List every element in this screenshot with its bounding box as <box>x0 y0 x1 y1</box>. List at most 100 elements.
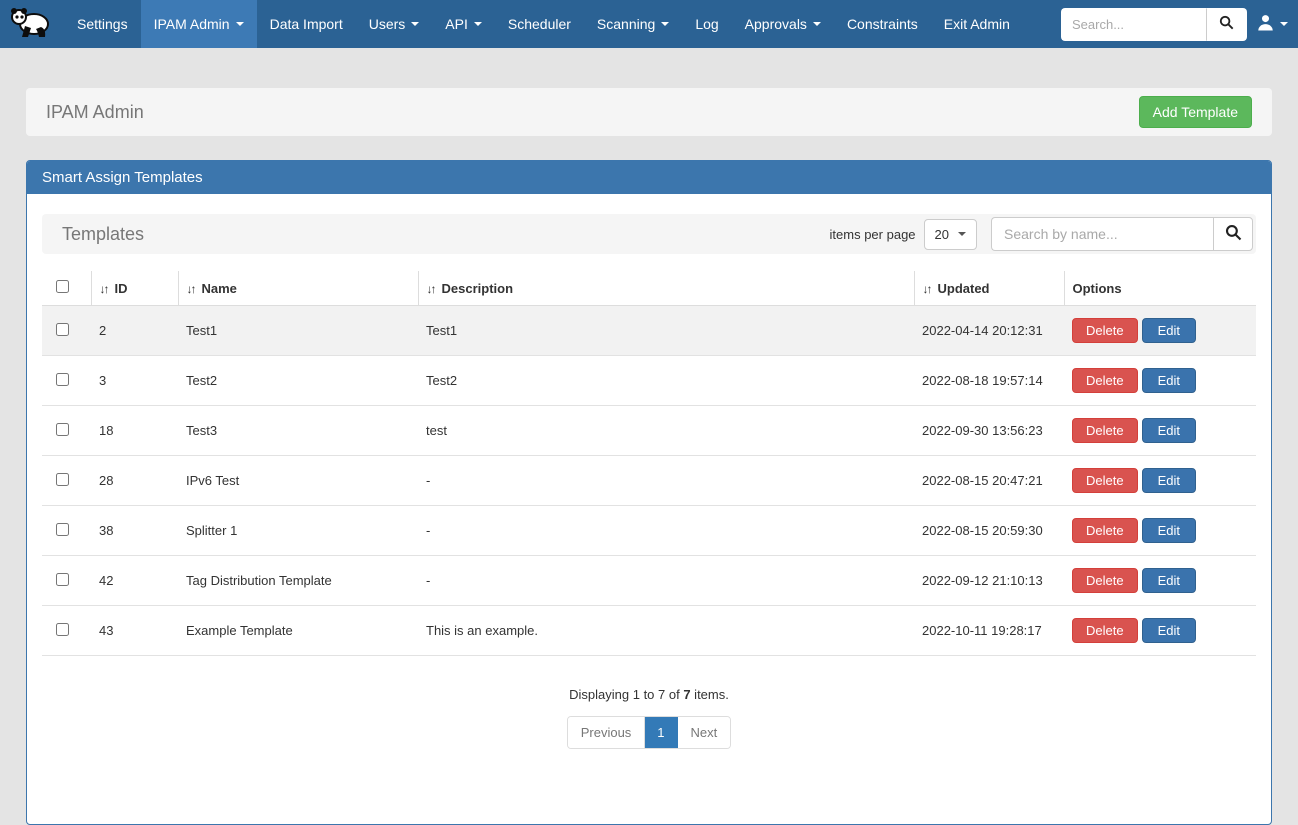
navbar-search-group <box>1061 8 1247 41</box>
nav-item-label: Users <box>369 16 406 32</box>
delete-button[interactable]: Delete <box>1072 518 1138 543</box>
table-row: 28IPv6 Test-2022-08-15 20:47:21DeleteEdi… <box>42 456 1256 506</box>
row-checkbox[interactable] <box>56 473 69 486</box>
nav-item-scheduler[interactable]: Scheduler <box>495 0 584 48</box>
nav-item-ipam-admin[interactable]: IPAM Admin <box>141 0 257 48</box>
cell-options: DeleteEdit <box>1064 556 1256 606</box>
row-select-cell <box>42 556 91 606</box>
search-icon <box>1225 224 1242 244</box>
navbar-search-input[interactable] <box>1061 8 1207 41</box>
table-row: 2Test1Test12022-04-14 20:12:31DeleteEdit <box>42 306 1256 356</box>
row-checkbox[interactable] <box>56 423 69 436</box>
table-summary: Displaying 1 to 7 of 7 items. <box>42 687 1256 702</box>
panel-body: Templates items per page 20 <box>27 194 1271 824</box>
next-page-button[interactable]: Next <box>678 717 731 748</box>
row-select-cell <box>42 506 91 556</box>
summary-total: 7 <box>683 687 690 702</box>
cell-name: Test1 <box>178 306 418 356</box>
row-checkbox[interactable] <box>56 523 69 536</box>
cell-updated: 2022-09-12 21:10:13 <box>914 556 1064 606</box>
page-header: IPAM Admin Add Template <box>26 88 1272 136</box>
row-checkbox[interactable] <box>56 573 69 586</box>
brand-logo[interactable] <box>0 0 64 48</box>
cell-updated: 2022-08-15 20:59:30 <box>914 506 1064 556</box>
sort-icon: ↓↑ <box>427 282 435 296</box>
delete-button[interactable]: Delete <box>1072 468 1138 493</box>
nav-item-constraints[interactable]: Constraints <box>834 0 931 48</box>
cell-updated: 2022-08-15 20:47:21 <box>914 456 1064 506</box>
table-row: 42Tag Distribution Template-2022-09-12 2… <box>42 556 1256 606</box>
delete-button[interactable]: Delete <box>1072 568 1138 593</box>
edit-button[interactable]: Edit <box>1142 568 1196 593</box>
cell-description: This is an example. <box>418 606 914 656</box>
nav-item-log[interactable]: Log <box>682 0 731 48</box>
column-header-name[interactable]: ↓↑Name <box>178 271 418 306</box>
cell-updated: 2022-08-18 19:57:14 <box>914 356 1064 406</box>
column-header-updated[interactable]: ↓↑Updated <box>914 271 1064 306</box>
navbar-search-button[interactable] <box>1207 8 1247 41</box>
nav-item-label: Constraints <box>847 16 918 32</box>
templates-table: ↓↑ID ↓↑Name ↓↑Description ↓↑Updated Opti <box>42 271 1256 656</box>
nav-item-exit-admin[interactable]: Exit Admin <box>931 0 1023 48</box>
row-checkbox[interactable] <box>56 373 69 386</box>
cell-description: Test2 <box>418 356 914 406</box>
cell-description: - <box>418 556 914 606</box>
nav-item-data-import[interactable]: Data Import <box>257 0 356 48</box>
select-all-checkbox[interactable] <box>56 280 69 293</box>
table-toolbar: Templates items per page 20 <box>42 214 1256 254</box>
delete-button[interactable]: Delete <box>1072 318 1138 343</box>
cell-options: DeleteEdit <box>1064 506 1256 556</box>
pagination-wrap: Previous 1 Next <box>42 716 1256 749</box>
main-nav: Settings IPAM AdminData Import Users API Sch… <box>64 0 1061 48</box>
pagination: Previous 1 Next <box>567 716 732 749</box>
smart-assign-panel: Smart Assign Templates Templates items p… <box>26 160 1272 825</box>
edit-button[interactable]: Edit <box>1142 468 1196 493</box>
nav-item-scanning[interactable]: Scanning <box>584 0 682 48</box>
table-search-button[interactable] <box>1213 217 1253 251</box>
nav-item-api[interactable]: API <box>432 0 495 48</box>
row-select-cell <box>42 456 91 506</box>
toolbar-controls: items per page 20 <box>830 217 1253 251</box>
nav-item-label: Log <box>695 16 718 32</box>
row-checkbox[interactable] <box>56 323 69 336</box>
cell-description: - <box>418 506 914 556</box>
nav-item-label: Settings <box>77 16 128 32</box>
table-row: 43Example TemplateThis is an example.202… <box>42 606 1256 656</box>
edit-button[interactable]: Edit <box>1142 418 1196 443</box>
user-menu[interactable] <box>1257 14 1288 34</box>
cell-id: 2 <box>91 306 178 356</box>
add-template-button[interactable]: Add Template <box>1139 96 1252 128</box>
edit-button[interactable]: Edit <box>1142 618 1196 643</box>
search-icon <box>1219 15 1234 33</box>
summary-suffix: items. <box>691 687 729 702</box>
table-search-input[interactable] <box>991 217 1213 251</box>
summary-prefix: Displaying 1 to 7 of <box>569 687 683 702</box>
edit-button[interactable]: Edit <box>1142 318 1196 343</box>
user-icon <box>1257 14 1274 34</box>
column-header-description[interactable]: ↓↑Description <box>418 271 914 306</box>
cell-id: 28 <box>91 456 178 506</box>
delete-button[interactable]: Delete <box>1072 618 1138 643</box>
edit-button[interactable]: Edit <box>1142 518 1196 543</box>
chevron-down-icon <box>474 22 482 26</box>
nav-item-label: Scheduler <box>508 16 571 32</box>
row-checkbox[interactable] <box>56 623 69 636</box>
delete-button[interactable]: Delete <box>1072 368 1138 393</box>
cell-options: DeleteEdit <box>1064 606 1256 656</box>
cell-id: 18 <box>91 406 178 456</box>
nav-item-approvals[interactable]: Approvals <box>732 0 834 48</box>
nav-item-users[interactable]: Users <box>356 0 433 48</box>
items-per-page-select[interactable]: 20 <box>924 219 977 250</box>
nav-item-label: Scanning <box>597 16 655 32</box>
previous-page-button[interactable]: Previous <box>568 717 646 748</box>
panel-title: Smart Assign Templates <box>27 161 1271 194</box>
page-1-button[interactable]: 1 <box>645 717 677 748</box>
navbar-right <box>1061 0 1298 48</box>
cell-description: Test1 <box>418 306 914 356</box>
edit-button[interactable]: Edit <box>1142 368 1196 393</box>
nav-item-label: Exit Admin <box>944 16 1010 32</box>
nav-item-settings[interactable]: Settings <box>64 0 141 48</box>
chevron-down-icon <box>1280 22 1288 26</box>
column-header-id[interactable]: ↓↑ID <box>91 271 178 306</box>
delete-button[interactable]: Delete <box>1072 418 1138 443</box>
